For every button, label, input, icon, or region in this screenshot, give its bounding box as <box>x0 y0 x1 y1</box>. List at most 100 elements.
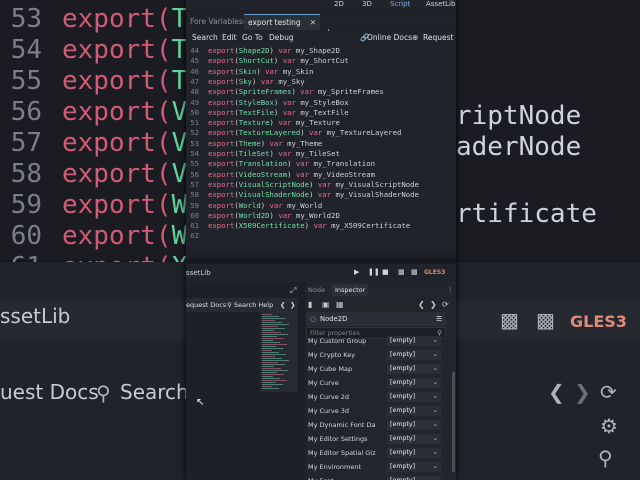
chevron-left-icon[interactable]: ❮ <box>280 298 285 312</box>
code-minimap[interactable] <box>260 312 298 392</box>
save-icon[interactable]: ▦ <box>336 298 344 312</box>
minimap-line <box>262 378 280 379</box>
tab-inspector[interactable]: Inspector <box>332 284 369 296</box>
minimap-line <box>262 330 274 331</box>
new-resource-icon[interactable]: ▮ <box>308 298 312 312</box>
property-value: [empty] <box>390 463 416 470</box>
tab-node[interactable]: Node <box>308 284 325 296</box>
tab-export-testing[interactable]: export testing ✕ <box>244 14 320 30</box>
pause-icon[interactable]: ❚❚ <box>368 268 380 276</box>
close-icon[interactable]: ✕ <box>310 15 316 31</box>
minimap-line <box>262 322 282 323</box>
menu-goto[interactable]: Go To <box>242 31 263 45</box>
punctuation: ) <box>269 149 279 158</box>
code-text: export(StyleBox) var my_StyleBox <box>208 98 349 108</box>
view-2d-button[interactable]: 2D <box>334 0 344 9</box>
bg-keyword: export( <box>62 221 172 251</box>
menu-search[interactable]: Search <box>192 31 218 45</box>
gles-badge[interactable]: GLES3 <box>424 269 445 276</box>
property-value-picker[interactable]: [empty]⌄ <box>387 476 441 480</box>
chevron-left-icon[interactable]: ❮ <box>418 298 425 312</box>
code-line: 59 export(World) var my_World <box>186 201 456 211</box>
online-docs-button[interactable]: Online Docs <box>367 31 412 45</box>
chevron-right-icon: ❯ <box>574 380 591 404</box>
property-value-picker[interactable]: [empty]⌄ <box>387 336 441 346</box>
chevron-down-icon[interactable]: ⌄ <box>433 448 438 458</box>
property-value-picker[interactable]: [empty]⌄ <box>387 392 441 402</box>
property-row: My Dynamic Font Dat [empty] ⌄ <box>306 418 446 432</box>
property-row: My Cube Map [empty] ⌄ <box>306 362 446 376</box>
line-number: 60 <box>190 210 199 220</box>
tools-icon[interactable]: ☰ <box>436 312 442 326</box>
code-line: 44 export(Shape2D) var my_Shape2D <box>186 46 456 56</box>
property-value-picker[interactable]: [empty]⌄ <box>387 434 441 444</box>
chevron-down-icon[interactable]: ⌄ <box>433 350 438 360</box>
minimap-line <box>262 346 276 347</box>
chevron-down-icon[interactable]: ⌄ <box>433 364 438 374</box>
code-text: export(Sky) var my_Sky <box>208 77 305 87</box>
property-value-picker[interactable]: [empty] ⌄ <box>387 462 441 472</box>
keyword-export: export <box>208 221 235 231</box>
menu-dots-icon[interactable]: ⋮ <box>447 284 454 296</box>
property-value-picker[interactable]: [empty]⌄ <box>387 364 441 374</box>
search-help-button[interactable]: Search Help <box>234 298 273 312</box>
property-row: My Editor Spatial Giz [empty] ⌄ <box>306 446 446 460</box>
chevron-down-icon[interactable]: ⌄ <box>433 434 438 444</box>
bg-keyword: export( <box>62 190 172 220</box>
keyword-var: var <box>278 118 292 128</box>
property-value-picker[interactable]: [empty]⌄ <box>387 420 441 430</box>
dock-tabs: Node Inspector ⋮ <box>306 284 456 296</box>
chevron-right-icon[interactable]: ❯ <box>290 298 295 312</box>
keyword-export: export <box>208 190 235 200</box>
minimap-line <box>262 320 275 321</box>
chevron-down-icon[interactable]: ⌄ <box>433 406 438 416</box>
inspector-scrollbar[interactable] <box>452 372 455 472</box>
keyword-var: var <box>295 159 310 169</box>
view-3d-button[interactable]: 3D <box>362 0 372 9</box>
property-value-picker[interactable]: [empty]⌄ <box>387 448 441 458</box>
film-icon[interactable]: ▩ <box>411 268 418 276</box>
punctuation: ) <box>260 138 270 148</box>
open-folder-icon[interactable]: ▣ <box>322 298 330 312</box>
line-number: 52 <box>190 128 199 138</box>
keyword-export: export <box>208 107 235 117</box>
code-line: 50 export(TextFile) var my_TextFile <box>186 108 456 118</box>
variable-name: my_TileSet <box>295 149 340 158</box>
bottom-toolbar: ssetLib ▶ ❚❚ ■ ▩ ▩ GLES3 <box>186 264 456 282</box>
line-number: 49 <box>190 97 199 107</box>
chevron-down-icon[interactable]: ⌄ <box>433 378 438 388</box>
code-text: export(TileSet) var my_TileSet <box>208 149 340 159</box>
tab-fore-variables[interactable]: Fore Variables(*) <box>186 14 252 30</box>
stop-icon[interactable]: ■ <box>382 268 389 276</box>
property-value-picker[interactable]: [empty]⌄ <box>387 378 441 388</box>
history-icon[interactable]: ⟳ <box>442 298 449 312</box>
request-docs-button[interactable]: equest Docs <box>186 298 226 312</box>
chevron-down-icon[interactable]: ⌄ <box>433 392 438 402</box>
expand-icon[interactable]: ⤢ <box>290 286 296 296</box>
chevron-down-icon[interactable]: ⌄ <box>433 476 438 480</box>
type-name: ShortCut <box>238 56 274 66</box>
minimap-line <box>262 326 278 327</box>
code-line: 61 export(X509Certificate) var my_X509Cer… <box>186 221 456 231</box>
godot-script-editor: 2D 3D Script AssetLib Fore Variables(*) … <box>186 0 456 480</box>
film-icon[interactable]: ▩ <box>398 268 405 276</box>
property-value-picker[interactable]: [empty]⌄ <box>387 406 441 416</box>
chevron-down-icon[interactable]: ⌄ <box>433 420 438 430</box>
minimap-line <box>262 366 274 367</box>
keyword-export: export <box>208 46 235 55</box>
keyword-var: var <box>278 149 292 158</box>
bg-keyword: export( <box>62 97 172 127</box>
chevron-down-icon[interactable]: ⌄ <box>433 462 438 472</box>
view-assetlib-button[interactable]: AssetLib <box>426 0 455 9</box>
keyword-var: var <box>260 76 274 86</box>
chevron-right-icon[interactable]: ❯ <box>430 298 437 312</box>
view-script-button[interactable]: Script <box>390 0 410 9</box>
menu-debug[interactable]: Debug <box>269 31 294 45</box>
menu-edit[interactable]: Edit <box>222 31 237 45</box>
code-editor[interactable]: 44 export(Shape2D) var my_Shape2D 45 export… <box>186 45 456 250</box>
property-value-picker[interactable]: [empty]⌄ <box>387 350 441 360</box>
play-icon[interactable]: ▶ <box>354 268 359 276</box>
bg-line-number: 54 <box>10 35 42 65</box>
chevron-down-icon[interactable]: ⌄ <box>433 336 438 346</box>
bg-assetlib-label: ssetLib <box>0 304 71 328</box>
